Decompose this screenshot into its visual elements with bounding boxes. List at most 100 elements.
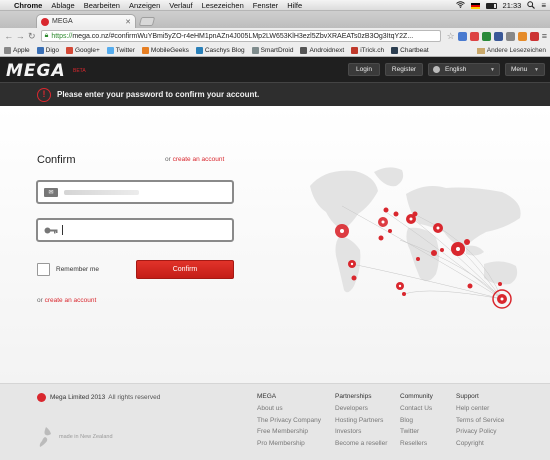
apple-icon (4, 46, 11, 54)
remember-me[interactable]: Remember me (37, 263, 99, 276)
password-input[interactable] (62, 225, 222, 235)
site-footer: Mega Limited 2013 All rights reserved ma… (0, 383, 550, 460)
notification-text: Please enter your password to confirm yo… (57, 90, 260, 99)
extension-7-icon[interactable] (529, 31, 539, 41)
footer-link[interactable]: Copyright (456, 440, 504, 447)
mega-favicon-icon (41, 17, 49, 26)
battery-icon[interactable] (485, 2, 497, 9)
site-header: MEGA BETA Login Register English ▼ Menu … (0, 57, 550, 82)
register-button[interactable]: Register (385, 63, 423, 76)
notification-bar: ! Please enter your password to confirm … (0, 82, 550, 106)
tab-close-icon[interactable]: ✕ (125, 18, 131, 26)
caschys-blog-icon (195, 46, 203, 54)
url-text: mega.co.nz/#confirmWuYBmi5yZO-r4eHM1pnAZ… (72, 32, 414, 40)
menu-verlauf[interactable]: Verlauf (169, 1, 192, 10)
footer-link[interactable]: Become a reseller (335, 440, 387, 447)
menu-fenster[interactable]: Fenster (253, 1, 278, 10)
url-scheme: https:// (51, 32, 73, 40)
forward-arrow-icon[interactable]: → (15, 31, 27, 41)
spotlight-icon[interactable] (527, 0, 536, 11)
star-icon[interactable]: ☆ (447, 31, 455, 41)
footer-link[interactable]: Blog (400, 417, 433, 424)
new-tab-button[interactable] (138, 17, 156, 26)
remember-me-checkbox[interactable] (37, 263, 50, 276)
bookmark-caschys-blog[interactable]: Caschys Blog (195, 46, 245, 54)
copyright: Mega Limited 2013 All rights reserved (37, 393, 160, 402)
language-select[interactable]: English ▼ (428, 63, 500, 76)
wifi-icon[interactable] (455, 1, 465, 10)
bookmark-google-plus[interactable]: Google+ (66, 46, 100, 54)
lock-icon: 🔒︎ (44, 32, 49, 39)
menu-ablage[interactable]: Ablage (51, 1, 74, 10)
extension-2-icon[interactable] (469, 31, 479, 41)
menu-label: Menu (511, 66, 528, 73)
footer-col-support: Support Help center Terms of Service Pri… (456, 393, 505, 447)
folder-icon (476, 47, 485, 54)
bookmark-smartdroid[interactable]: SmartDroid (251, 46, 293, 54)
address-bar[interactable]: 🔒︎ https:// mega.co.nz/#confirmWuYBmi5yZ… (40, 30, 441, 42)
browser-toolbar: ← → ↻ 🔒︎ https:// mega.co.nz/#confirmWuY… (0, 28, 550, 44)
list-icon[interactable]: ≡ (541, 1, 546, 10)
chrome-menu-icon[interactable]: ≡ (542, 31, 547, 41)
key-icon (44, 226, 58, 235)
email-field[interactable]: ✉ (36, 180, 234, 204)
bookmark-androidnext[interactable]: Androidnext (300, 46, 344, 54)
chevron-down-icon: ▼ (490, 66, 495, 73)
macos-menubar: Chrome Ablage Bearbeiten Anzeigen Verlau… (0, 0, 550, 11)
menu-bearbeiten[interactable]: Bearbeiten (84, 1, 120, 10)
tab-mega[interactable]: MEGA ✕ (36, 14, 136, 28)
confirm-button[interactable]: Confirm (136, 260, 234, 279)
bookmark-digo[interactable]: Digo (36, 46, 59, 54)
extension-1-icon[interactable] (457, 31, 467, 41)
menubar-status: 21:33 ≡ (455, 0, 546, 11)
extension-3-icon[interactable] (481, 31, 491, 41)
footer-link[interactable]: Investors (335, 428, 387, 435)
menu-hilfe[interactable]: Hilfe (287, 1, 302, 10)
tab-title: MEGA (52, 18, 73, 25)
create-account-link[interactable]: create an account (173, 156, 225, 163)
extension-4-icon[interactable] (493, 31, 503, 41)
footer-link[interactable]: Resellers (400, 440, 433, 447)
bookmark-twitter[interactable]: Twitter (106, 46, 135, 54)
footer-col-mega: MEGA About us The Privacy Company Free M… (257, 393, 321, 447)
footer-link[interactable]: Privacy Policy (456, 428, 504, 435)
flag-icon[interactable] (470, 2, 480, 9)
back-arrow-icon[interactable]: ← (3, 31, 15, 41)
footer-col-partnerships: Partnerships Developers Hosting Partners… (335, 393, 388, 447)
footer-link[interactable]: The Privacy Company (257, 417, 321, 424)
menu-button[interactable]: Menu ▼ (505, 63, 545, 76)
create-account-link-bottom[interactable]: create an account (45, 297, 97, 304)
footer-link[interactable]: Hosting Partners (335, 417, 387, 424)
footer-link[interactable]: Help center (456, 405, 504, 412)
androidnext-icon (300, 46, 308, 54)
password-field[interactable] (36, 218, 234, 242)
extension-icons: ☆ ≡ (447, 31, 547, 41)
menubar-time[interactable]: 21:33 (503, 1, 522, 10)
mobilegeeks-icon (141, 46, 149, 54)
twitter-icon (106, 46, 114, 54)
menu-anzeigen[interactable]: Anzeigen (129, 1, 160, 10)
smartdroid-icon (251, 46, 259, 54)
mega-small-logo-icon (37, 393, 46, 402)
bookmark-mobilegeeks[interactable]: MobileGeeks (141, 46, 189, 54)
footer-link[interactable]: Developers (335, 405, 387, 412)
footer-link[interactable]: Terms of Service (456, 417, 504, 424)
bookmark-itrick[interactable]: iTrick.ch (351, 46, 384, 54)
bookmark-chartbeat[interactable]: Chartbeat (391, 46, 429, 54)
footer-link[interactable]: About us (257, 405, 321, 412)
menu-chrome[interactable]: Chrome (14, 1, 42, 10)
footer-link[interactable]: Contact Us (400, 405, 433, 412)
bookmark-apple[interactable]: Apple (4, 46, 30, 54)
extension-6-icon[interactable] (517, 31, 527, 41)
mega-logo[interactable]: MEGA (6, 61, 66, 81)
itrick-icon (351, 46, 359, 54)
login-button[interactable]: Login (348, 63, 380, 76)
reload-icon[interactable]: ↻ (26, 31, 38, 42)
other-bookmarks[interactable]: Andere Lesezeichen (476, 47, 546, 54)
beta-label: BETA (73, 68, 86, 74)
footer-link[interactable]: Pro Membership (257, 440, 321, 447)
footer-link[interactable]: Free Membership (257, 428, 321, 435)
menu-lesezeichen[interactable]: Lesezeichen (202, 1, 244, 10)
extension-5-icon[interactable] (505, 31, 515, 41)
footer-link[interactable]: Twitter (400, 428, 433, 435)
